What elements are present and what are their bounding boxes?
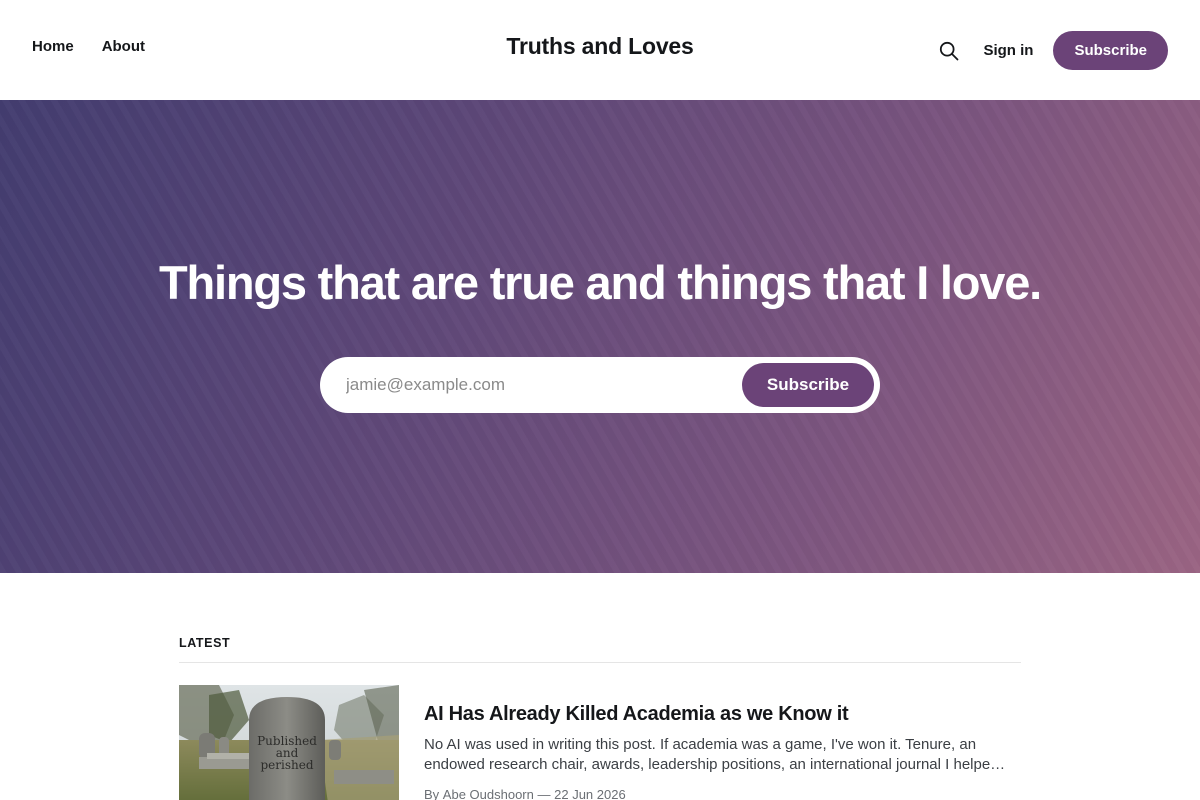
search-button[interactable] — [931, 32, 967, 70]
site-title[interactable]: Truths and Loves — [506, 33, 693, 59]
hero-banner: Things that are true and things that I l… — [0, 100, 1200, 573]
section-divider — [179, 662, 1021, 663]
post-date: 22 Jun 2026 — [554, 787, 626, 800]
meta-separator: — — [537, 787, 551, 800]
hero-subscribe-button[interactable]: Subscribe — [742, 363, 874, 407]
post-title[interactable]: AI Has Already Killed Academia as we Kno… — [424, 703, 1021, 726]
email-input[interactable] — [346, 357, 736, 413]
header-subscribe-button[interactable]: Subscribe — [1053, 31, 1168, 70]
latest-heading: LATEST — [179, 636, 231, 650]
post-author: Abe Oudshoorn — [442, 787, 534, 800]
newsletter-signup-form: Subscribe — [320, 357, 880, 413]
signin-link[interactable]: Sign in — [983, 42, 1033, 59]
post-body: AI Has Already Killed Academia as we Kno… — [424, 703, 1021, 800]
search-icon — [940, 41, 959, 60]
primary-nav: Home About — [32, 38, 145, 55]
post-excerpt: No AI was used in writing this post. If … — [424, 736, 1006, 773]
post-meta: By Abe Oudshoorn — 22 Jun 2026 — [424, 787, 1021, 800]
hero-headline: Things that are true and things that I l… — [158, 256, 1042, 309]
post-card[interactable]: Published and perished AI Has Already Ki… — [179, 685, 1021, 800]
author-prefix: By — [424, 787, 440, 800]
latest-section: LATEST — [179, 636, 1021, 663]
post-feature-image[interactable]: Published and perished — [179, 685, 399, 800]
nav-about-link[interactable]: About — [102, 38, 145, 55]
gravestone-image: Published and perished — [179, 685, 399, 800]
header-actions: Sign in Subscribe — [931, 31, 1168, 70]
site-header: Home About Truths and Loves Sign in Subs… — [0, 0, 1200, 100]
svg-text:perished: perished — [260, 758, 313, 772]
nav-home-link[interactable]: Home — [32, 38, 74, 55]
